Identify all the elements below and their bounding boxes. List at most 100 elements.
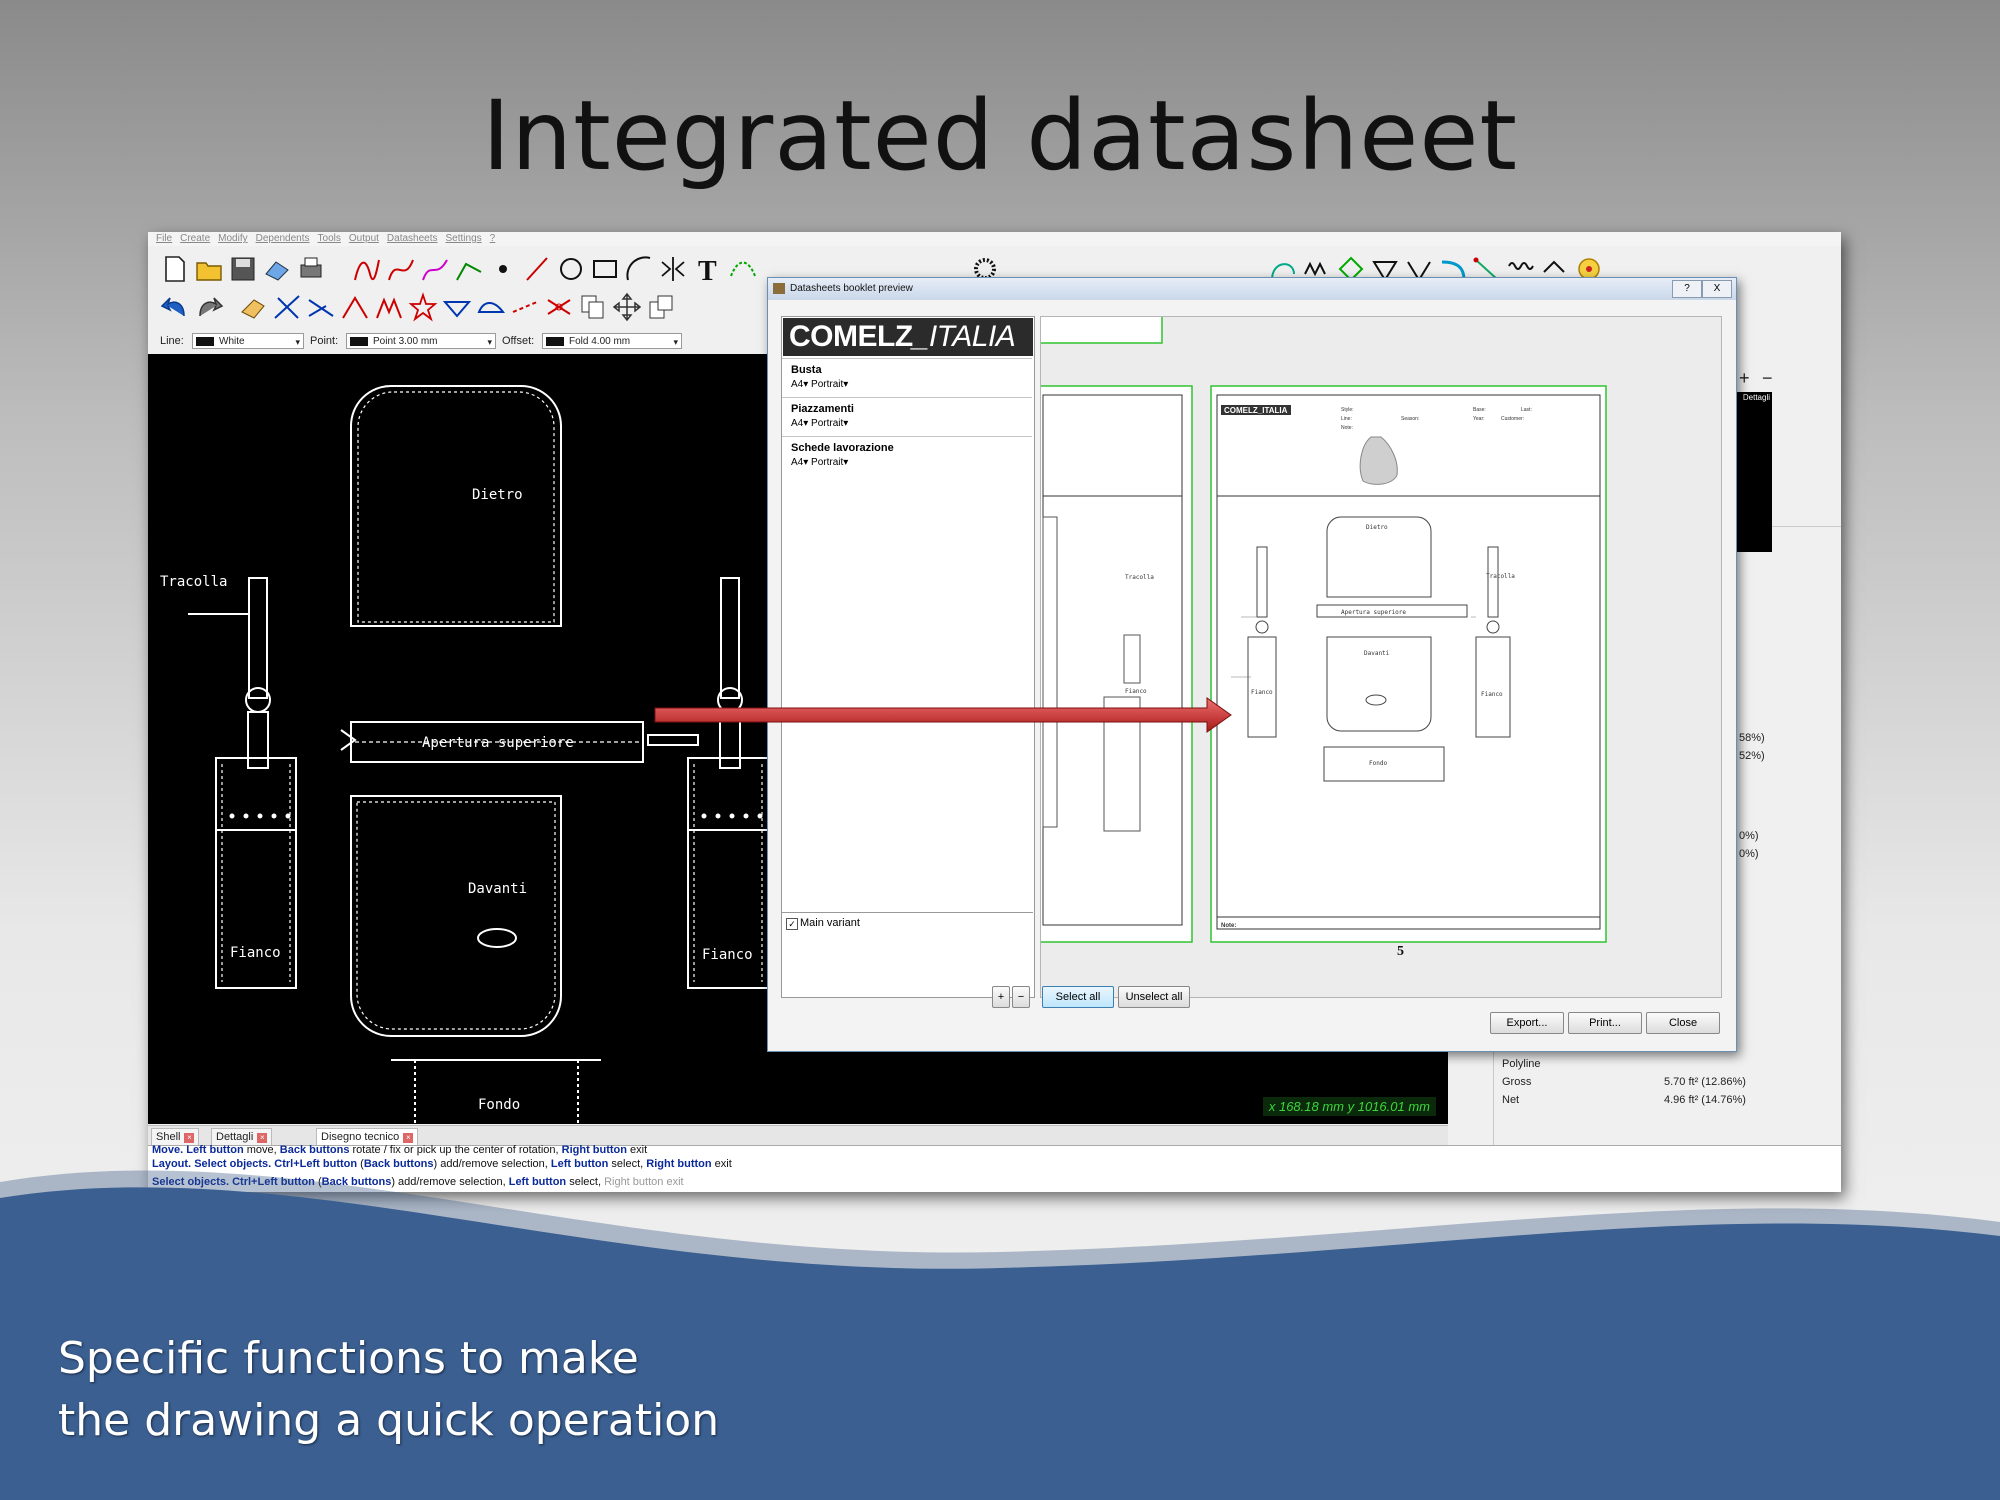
dialog-title: Datasheets booklet preview [790,283,913,294]
sheet-label-tracolla-left: Tracolla [1125,574,1154,581]
menu-datasheets[interactable]: Datasheets [387,233,438,244]
point-style-select[interactable]: Point 3.00 mm [346,333,496,350]
svg-text:T: T [698,256,717,284]
tab-close-icon[interactable]: × [403,1133,414,1143]
export-button[interactable]: Export... [1490,1012,1564,1034]
percent-value-3: 0%) [1739,830,1759,842]
arc-tool-icon[interactable] [624,254,654,284]
close-window-button[interactable]: X [1702,280,1732,298]
mirror-tool-icon[interactable] [658,254,688,284]
label-dietro: Dietro [472,487,523,503]
dialog-app-icon [773,283,785,294]
dash-tool-icon[interactable] [510,292,540,322]
bow-tool-icon[interactable] [544,292,574,322]
arrange-icon[interactable] [646,292,676,322]
extend-tool-icon[interactable] [306,292,336,322]
menu-tools[interactable]: Tools [318,233,341,244]
open-folder-icon[interactable] [194,254,224,284]
eraser-icon[interactable] [238,292,268,322]
line-tool-icon[interactable] [522,254,552,284]
new-file-icon[interactable] [160,254,190,284]
redo-icon[interactable] [194,292,224,322]
remove-section-button[interactable]: − [1012,986,1030,1008]
net-label: Net [1502,1094,1520,1106]
unselect-all-button[interactable]: Unselect all [1118,986,1190,1008]
thumbnail-label: Dettagli [1742,393,1770,402]
point-style-value: Point 3.00 mm [373,336,438,347]
company-logo: COMELZ_ITALIA [783,318,1033,356]
circle-tool-icon[interactable] [556,254,586,284]
slide-title: Integrated datasheet [481,80,1519,192]
piece-davanti-outline [350,795,562,1037]
tab-close-icon[interactable]: × [257,1133,268,1143]
booklet-pages: COMELZ_ITALIA Style: Line: Note: Season:… [1041,317,1607,959]
menu-dependents[interactable]: Dependents [256,233,310,244]
shoe-tool-icon[interactable] [476,292,506,322]
star-tool-icon[interactable] [408,292,438,322]
label-fianco-left: Fianco [230,945,281,961]
line-style-select[interactable]: White [192,333,304,350]
menu-file[interactable]: File [156,233,172,244]
dialog-titlebar[interactable]: Datasheets booklet preview ? X [768,278,1736,300]
copy-icon[interactable] [578,292,608,322]
polyline-tool-icon[interactable] [352,254,382,284]
tab-disegno-tecnico-label: Disegno tecnico [321,1131,400,1143]
print-button[interactable]: Print... [1568,1012,1642,1034]
zoom-in-icon[interactable]: + [1739,368,1750,389]
point-swatch [350,337,368,346]
select-all-button[interactable]: Select all [1042,986,1114,1008]
text-tool-icon[interactable]: T [692,254,722,284]
undo-icon[interactable] [160,292,190,322]
booklet-preview-area[interactable]: COMELZ_ITALIA Style: Line: Note: Season:… [1040,316,1722,998]
notch-tool-icon[interactable] [442,292,472,322]
offset-style-value: Fold 4.00 mm [569,336,631,347]
offset-style-select[interactable]: Fold 4.00 mm [542,333,682,350]
section-name: Busta [791,364,822,376]
rectangle-tool-icon[interactable] [590,254,620,284]
offset-swatch [546,337,564,346]
variant-panel: ✓ Main variant [781,912,1033,983]
help-button[interactable]: ? [1672,280,1702,298]
menu-modify[interactable]: Modify [218,233,247,244]
sheet-label-fondo: Fondo [1369,760,1387,767]
gross-label: Gross [1502,1076,1532,1088]
segment-tool-icon[interactable] [454,254,484,284]
point-label: Point: [310,335,339,347]
page-number: 5 [1397,944,1404,959]
sheet-label-apertura: Apertura superiore [1341,609,1406,616]
section-format-select[interactable]: A4▾ Portrait▾ [791,418,848,429]
menu-settings[interactable]: Settings [446,233,482,244]
close-button[interactable]: Close [1646,1012,1720,1034]
section-format-select[interactable]: A4▾ Portrait▾ [791,379,848,390]
trim-tool-icon[interactable] [272,292,302,322]
add-section-button[interactable]: + [992,986,1010,1008]
curve-tool-icon[interactable] [386,254,416,284]
svg-text:Year:: Year: [1473,416,1485,422]
tab-shell-label: Shell [156,1131,181,1143]
tab-close-icon[interactable]: × [184,1133,195,1143]
menu-create[interactable]: Create [180,233,210,244]
menu-help[interactable]: ? [490,233,496,244]
export-icon[interactable] [262,254,292,284]
double-peak-tool-icon[interactable] [374,292,404,322]
point-tool-icon[interactable] [488,254,518,284]
section-schede-lavorazione[interactable]: Schede lavorazione A4▾ Portrait▾ [782,436,1032,475]
stitch-tool-icon[interactable] [728,254,758,284]
section-busta[interactable]: Busta A4▾ Portrait▾ [782,358,1032,397]
sheet-label-dietro: Dietro [1366,524,1388,531]
main-variant-checkbox[interactable]: ✓ [786,918,798,930]
page-partial-top [1041,317,1163,344]
menu-bar: File Create Modify Dependents Tools Output Dat… [148,232,1841,246]
move-icon[interactable] [612,292,642,322]
sheet-label-tracolla-right: Tracolla [1486,573,1515,580]
page-5 [1210,385,1607,943]
print-icon[interactable] [296,254,326,284]
peak-tool-icon[interactable] [340,292,370,322]
section-list: COMELZ_ITALIA Busta A4▾ Portrait▾ Piazza… [781,316,1035,998]
spline-tool-icon[interactable] [420,254,450,284]
section-piazzamenti[interactable]: Piazzamenti A4▾ Portrait▾ [782,397,1032,436]
section-format-select[interactable]: A4▾ Portrait▾ [791,457,848,468]
save-icon[interactable] [228,254,258,284]
zoom-out-icon[interactable]: − [1762,368,1773,389]
menu-output[interactable]: Output [349,233,379,244]
